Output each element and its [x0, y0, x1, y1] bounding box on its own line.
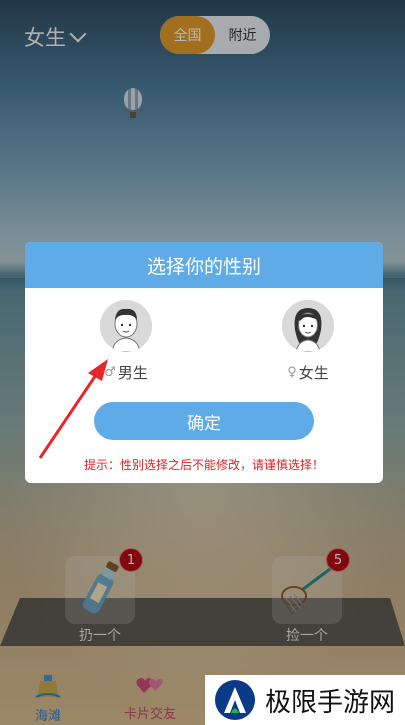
dialog-title: 选择你的性别	[25, 242, 383, 288]
annotation-arrow-icon	[38, 359, 108, 459]
watermark-text: 极限手游网	[265, 687, 396, 718]
watermark-logo	[215, 680, 255, 720]
male-avatar	[100, 300, 152, 352]
female-avatar	[282, 300, 334, 352]
gender-option-female[interactable]: ♀ 女生	[268, 300, 348, 383]
female-symbol-icon: ♀	[287, 365, 297, 380]
site-watermark: 极限手游网	[205, 675, 405, 725]
female-label-row: ♀ 女生	[268, 362, 348, 383]
female-label: 女生	[298, 364, 329, 382]
